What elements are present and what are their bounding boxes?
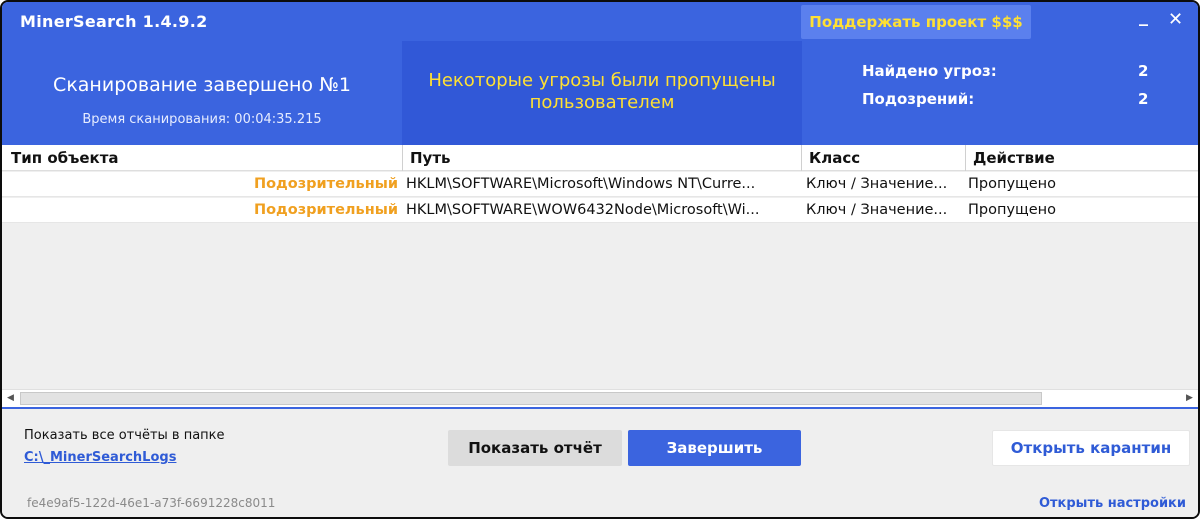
reports-folder-label: Показать все отчёты в папке [24, 428, 225, 443]
footer: Показать все отчёты в папке C:\_MinerSea… [2, 409, 1198, 517]
cell-action: Пропущено [968, 202, 1056, 218]
threats-found-label: Найдено угроз: [862, 62, 997, 80]
table-row[interactable]: Подозрительный HKLM\SOFTWARE\WOW6432Node… [2, 198, 1198, 223]
close-icon[interactable]: ✕ [1168, 10, 1183, 30]
table-row[interactable]: Подозрительный HKLM\SOFTWARE\Microsoft\W… [2, 172, 1198, 197]
scan-status-panel: Сканирование завершено №1 Время сканиров… [2, 41, 402, 145]
cell-class: Ключ / Значение... [806, 202, 948, 218]
scan-summary-header: Сканирование завершено №1 Время сканиров… [2, 41, 1198, 145]
app-title: MinerSearch 1.4.9.2 [20, 12, 208, 31]
table-header: Тип объекта Путь Класс Действие [2, 145, 1198, 171]
show-report-button[interactable]: Показать отчёт [448, 430, 622, 466]
results-table: Тип объекта Путь Класс Действие Подозрит… [2, 145, 1198, 407]
scrollbar-thumb[interactable] [20, 392, 1042, 405]
scroll-right-icon[interactable]: ▶ [1181, 390, 1198, 407]
threats-found-value: 2 [1138, 62, 1149, 80]
column-header-class[interactable]: Класс [801, 145, 965, 171]
reports-folder-link[interactable]: C:\_MinerSearchLogs [24, 450, 176, 465]
column-header-path[interactable]: Путь [402, 145, 801, 171]
cell-class: Ключ / Значение... [806, 176, 948, 192]
cell-type: Подозрительный [253, 202, 398, 218]
suspicious-label: Подозрений: [862, 90, 975, 108]
status-message: Некоторые угрозы были пропущены пользова… [428, 70, 776, 113]
app-window: MinerSearch 1.4.9.2 Поддержать проект $$… [0, 0, 1200, 519]
cell-path: HKLM\SOFTWARE\Microsoft\Windows NT\Curre… [406, 176, 756, 192]
horizontal-scrollbar[interactable]: ◀ ▶ [2, 389, 1198, 407]
scroll-left-icon[interactable]: ◀ [2, 390, 19, 407]
status-message-panel: Некоторые угрозы были пропущены пользова… [402, 41, 802, 145]
scan-time: Время сканирования: 00:04:35.215 [82, 112, 322, 127]
cell-type: Подозрительный [253, 176, 398, 192]
scan-title: Сканирование завершено №1 [53, 74, 351, 96]
scan-stats-panel: Найдено угроз: 2 Подозрений: 2 [802, 41, 1198, 145]
support-project-button[interactable]: Поддержать проект $$$ [801, 5, 1031, 39]
title-bar[interactable]: MinerSearch 1.4.9.2 Поддержать проект $$… [2, 2, 1198, 41]
suspicious-value: 2 [1138, 90, 1149, 108]
session-id: fe4e9af5-122d-46e1-a73f-6691228c8011 [27, 496, 276, 510]
cell-action: Пропущено [968, 176, 1056, 192]
open-quarantine-button[interactable]: Открыть карантин [992, 430, 1190, 466]
finish-button[interactable]: Завершить [628, 430, 801, 466]
column-header-type[interactable]: Тип объекта [4, 145, 402, 171]
open-settings-link[interactable]: Открыть настройки [1039, 496, 1186, 511]
cell-path: HKLM\SOFTWARE\WOW6432Node\Microsoft\Wi..… [406, 202, 760, 218]
column-header-action[interactable]: Действие [965, 145, 1198, 171]
minimize-icon[interactable]: _ [1139, 7, 1148, 27]
